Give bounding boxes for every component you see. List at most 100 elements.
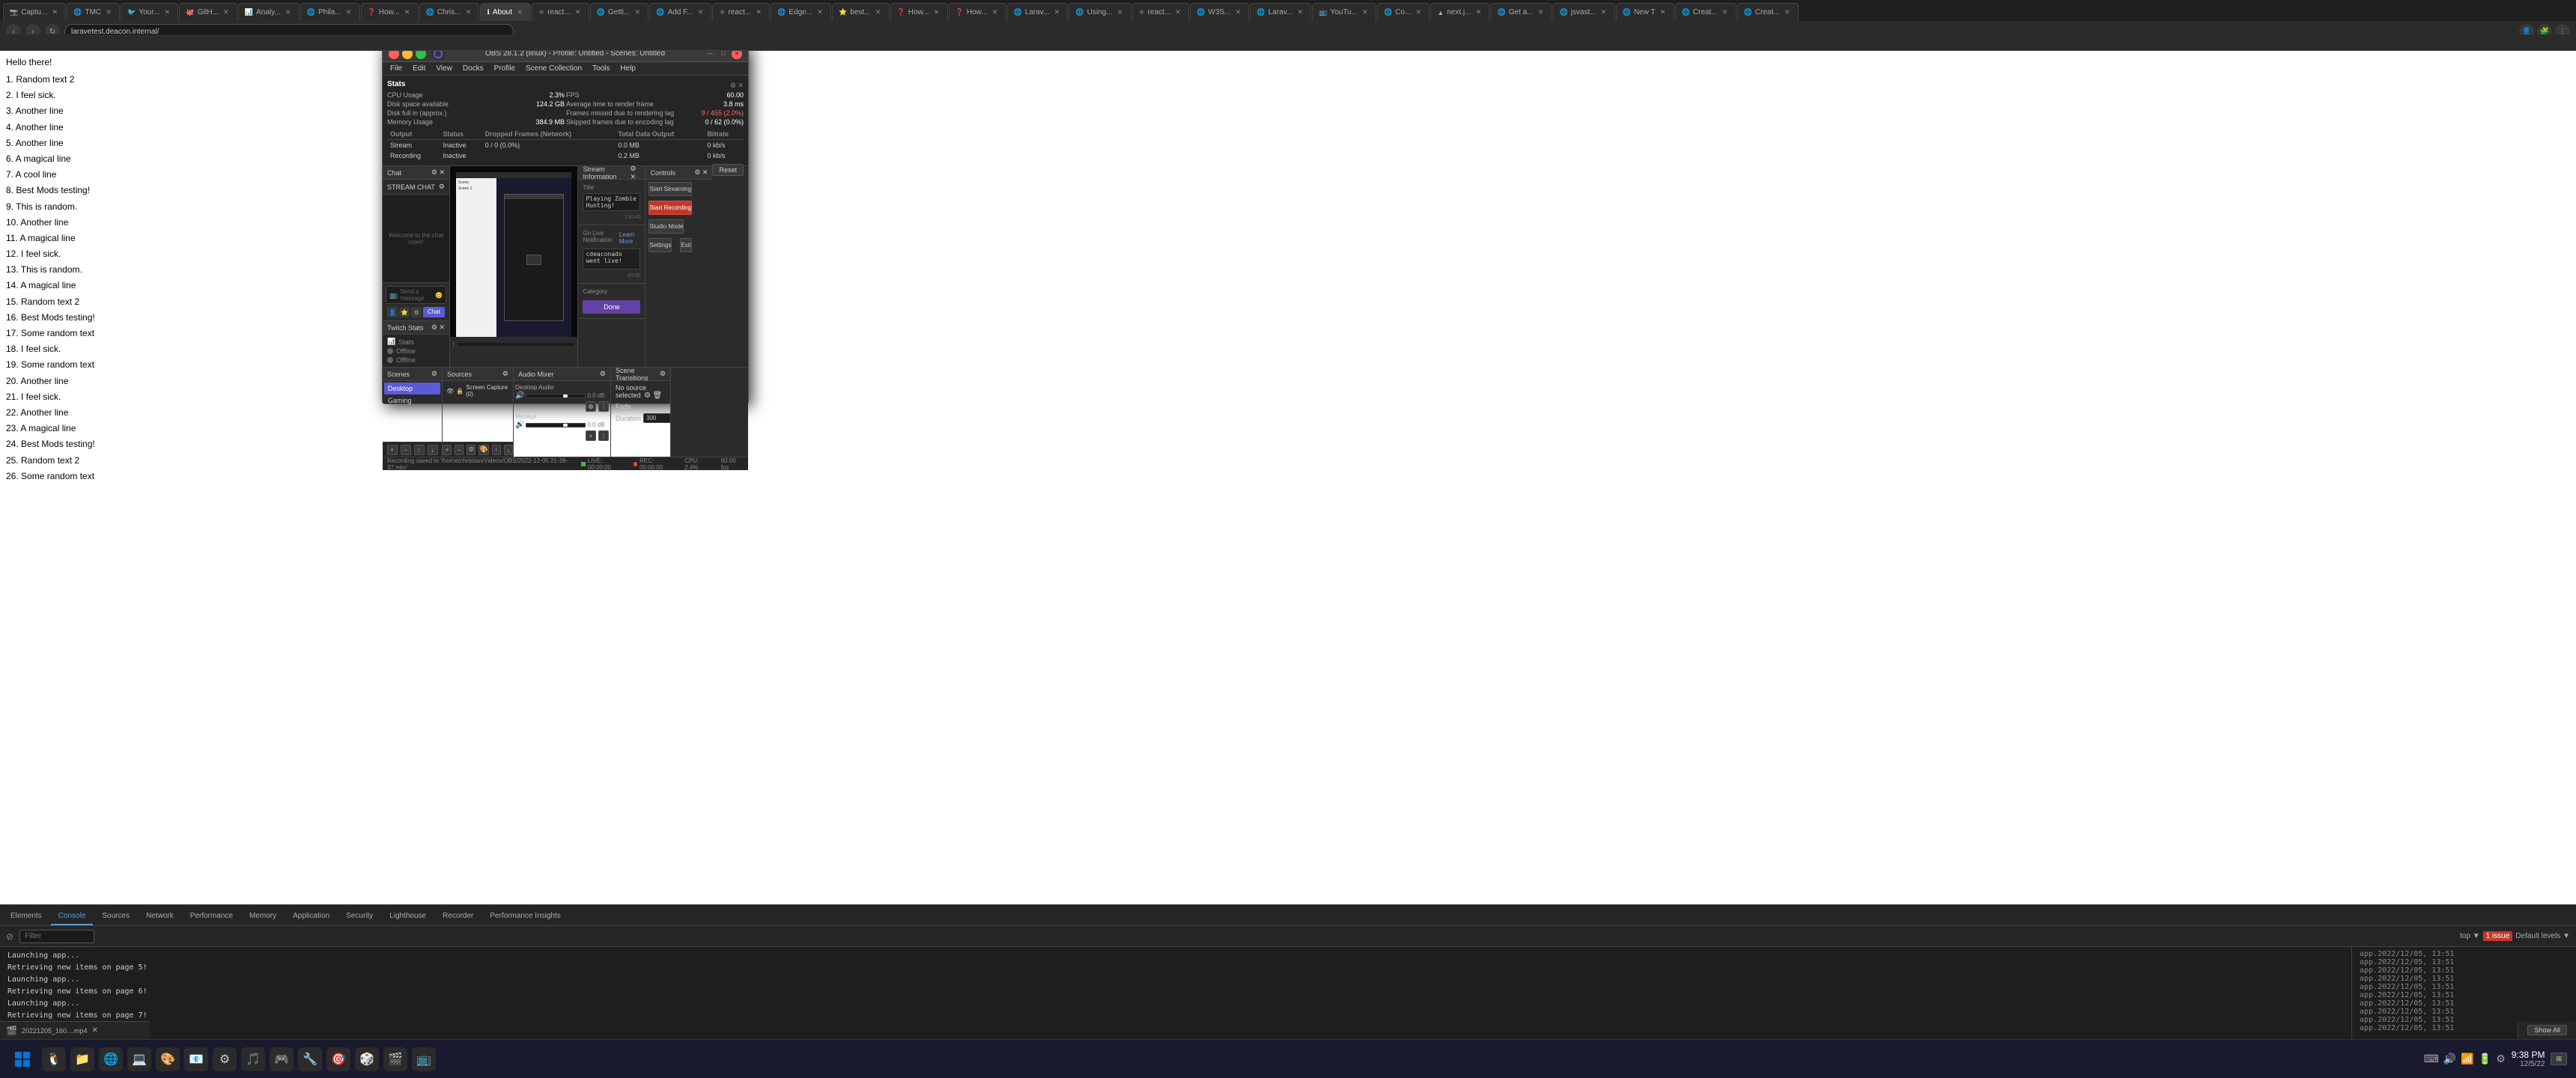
browser-tab-t2[interactable]: 🌐TMC✕ (67, 3, 120, 21)
browser-tab-t23[interactable]: 📺YouTu...✕ (1312, 3, 1376, 21)
tab-close-t30[interactable]: ✕ (1783, 8, 1792, 17)
chat-send-btn[interactable]: Chat (423, 307, 445, 317)
desktop-audio-gear-btn[interactable]: ⚙ (586, 401, 596, 412)
add-source-btn[interactable]: + (443, 445, 452, 455)
devtools-tab-network[interactable]: Network (139, 907, 181, 925)
show-all-btn[interactable]: Show All (2527, 1025, 2567, 1035)
source-up-btn[interactable]: ↑ (492, 445, 501, 455)
taskbar-icon-11[interactable]: 🎲 (355, 1047, 379, 1071)
show-desktop-btn[interactable]: ⊞ (2551, 1053, 2567, 1065)
browser-tab-t9[interactable]: ℹAbout✕ (480, 3, 531, 21)
tab-close-t4[interactable]: ✕ (222, 8, 231, 17)
devtools-tab-memory[interactable]: Memory (242, 907, 284, 925)
devtools-tab-application[interactable]: Application (285, 907, 337, 925)
browser-tab-t20[interactable]: ⚛react...✕ (1132, 3, 1190, 21)
browser-tab-t18[interactable]: 🌐Larav...✕ (1007, 3, 1069, 21)
devtools-tab-console[interactable]: Console (51, 907, 94, 925)
tab-close-t20[interactable]: ✕ (1173, 8, 1182, 17)
stats-menu-item[interactable]: 📊 Stats (387, 337, 445, 347)
add-scene-btn[interactable]: + (387, 445, 398, 455)
browser-tab-t27[interactable]: 🌐jsvast...✕ (1552, 3, 1614, 21)
devtools-tab-security[interactable]: Security (338, 907, 380, 925)
remove-scene-btn[interactable]: − (401, 445, 411, 455)
tab-close-t10[interactable]: ✕ (574, 8, 583, 17)
devtools-tab-sources[interactable]: Sources (94, 907, 137, 925)
browser-tab-t21[interactable]: 🌐W3S...✕ (1190, 3, 1249, 21)
source-lock-icon[interactable]: 🔒 (456, 388, 464, 395)
obs-menu-profile[interactable]: Profile (490, 63, 520, 74)
chat-settings-btn2[interactable]: ⚙ (411, 307, 422, 317)
browser-tab-t4[interactable]: 🐙GitH...✕ (179, 3, 237, 21)
browser-tab-t15[interactable]: ⭐best...✕ (832, 3, 889, 21)
mic-aux-expand-btn[interactable]: ⋮ (598, 430, 609, 441)
scene-gaming[interactable]: Gaming (384, 395, 440, 406)
browser-tab-t12[interactable]: 🌐Add F...✕ (649, 3, 711, 21)
taskbar-icon-12[interactable]: 🎬 (383, 1047, 407, 1071)
twitch-stats-icons[interactable]: ⚙ ✕ (431, 323, 445, 332)
chat-sub-btn[interactable]: ⭐ (399, 307, 410, 317)
taskbar-icon-8[interactable]: 🎮 (270, 1047, 294, 1071)
obs-menu-file[interactable]: File (386, 63, 407, 74)
browser-tab-t19[interactable]: 🌐Using...✕ (1069, 3, 1131, 21)
chat-panel-icons[interactable]: ⚙ ✕ (431, 168, 445, 177)
mic-aux-gear-btn[interactable]: + (586, 430, 596, 441)
tab-close-t22[interactable]: ✕ (1295, 8, 1304, 17)
desktop-volume-knob[interactable] (563, 394, 568, 398)
default-levels-selector[interactable]: Default levels ▼ (2515, 932, 2570, 940)
source-eye-icon[interactable]: 👁 (446, 388, 454, 395)
devtools-tab-performance-insights[interactable]: Performance Insights (482, 907, 568, 925)
browser-tab-t14[interactable]: 🌐Edge...✕ (771, 3, 831, 21)
battery-tray-icon[interactable]: 🔋 (2479, 1053, 2491, 1065)
devtools-filter-input[interactable] (19, 930, 94, 943)
tab-close-t13[interactable]: ✕ (754, 8, 763, 17)
tab-close-t9[interactable]: ✕ (515, 8, 524, 17)
scene-desktop[interactable]: Desktop (384, 383, 440, 395)
obs-menu-docks[interactable]: Docks (458, 63, 488, 74)
media-close-icon[interactable]: ✕ (92, 1026, 98, 1035)
browser-tab-t22[interactable]: 🌐Larav...✕ (1250, 3, 1311, 21)
studio-mode-btn[interactable]: Studio Mode (648, 219, 684, 234)
tab-close-t18[interactable]: ✕ (1052, 8, 1061, 17)
notification-input[interactable]: cdeaconado went live! (583, 249, 640, 270)
browser-tab-t1[interactable]: 📷Captu...✕ (3, 3, 66, 21)
browser-tab-t26[interactable]: 🌐Get a...✕ (1490, 3, 1552, 21)
taskbar-icon-2[interactable]: 🌐 (99, 1047, 123, 1071)
browser-tab-t3[interactable]: 🐦Your...✕ (121, 3, 178, 21)
obs-menu-view[interactable]: View (431, 63, 457, 74)
taskbar-icon-13[interactable]: 📺 (412, 1047, 436, 1071)
obs-menu-help[interactable]: Help (616, 63, 640, 74)
no-source-delete-icon[interactable]: 🗑 (653, 392, 663, 400)
sources-icons[interactable]: ⚙ (502, 370, 508, 378)
tab-close-t28[interactable]: ✕ (1659, 8, 1668, 17)
start-recording-btn[interactable]: Start Recording (648, 201, 692, 215)
browser-tab-t25[interactable]: ▲next.j...✕ (1430, 3, 1489, 21)
browser-tab-t7[interactable]: ❓How...✕ (361, 3, 419, 21)
taskbar-icon-4[interactable]: 🎨 (156, 1047, 180, 1071)
taskbar-icon-10[interactable]: 🎯 (326, 1047, 350, 1071)
obs-menu-scene collection[interactable]: Scene Collection (521, 63, 586, 74)
browser-tab-t17[interactable]: ❓How...✕ (949, 3, 1006, 21)
transitions-icons[interactable]: ⚙ (660, 370, 666, 378)
keyboard-tray-icon[interactable]: ⌨ (2424, 1053, 2439, 1065)
browser-tab-t30[interactable]: 🌐Creat...✕ (1737, 3, 1799, 21)
tab-close-t25[interactable]: ✕ (1474, 8, 1483, 17)
exit-btn[interactable]: Exit (680, 238, 691, 252)
taskbar-start-btn[interactable] (9, 1046, 36, 1073)
devtools-top-selector[interactable]: top ▼ (2460, 932, 2480, 940)
tab-close-t5[interactable]: ✕ (284, 8, 293, 17)
obs-menu-edit[interactable]: Edit (408, 63, 430, 74)
chat-emoji-btn[interactable]: 😊 (435, 292, 443, 299)
tab-close-t14[interactable]: ✕ (815, 8, 824, 17)
chat-input[interactable]: Send a message (400, 288, 433, 302)
sound-tray-icon[interactable]: 🔊 (2443, 1053, 2456, 1065)
move-scene-up-btn[interactable]: ↑ (414, 445, 425, 455)
tab-close-t24[interactable]: ✕ (1414, 8, 1423, 17)
browser-tab-t24[interactable]: 🌐Co...✕ (1377, 3, 1430, 21)
settings-btn[interactable]: Settings (648, 238, 672, 252)
move-scene-down-btn[interactable]: ↓ (428, 445, 438, 455)
controls-icons[interactable]: ⚙ ✕ (694, 168, 708, 177)
mic-aux-mute-btn[interactable]: 🔊 (515, 421, 524, 429)
tab-close-t17[interactable]: ✕ (991, 8, 1000, 17)
taskbar-icon-5[interactable]: 📧 (184, 1047, 208, 1071)
browser-tab-t16[interactable]: ❓How...✕ (890, 3, 948, 21)
